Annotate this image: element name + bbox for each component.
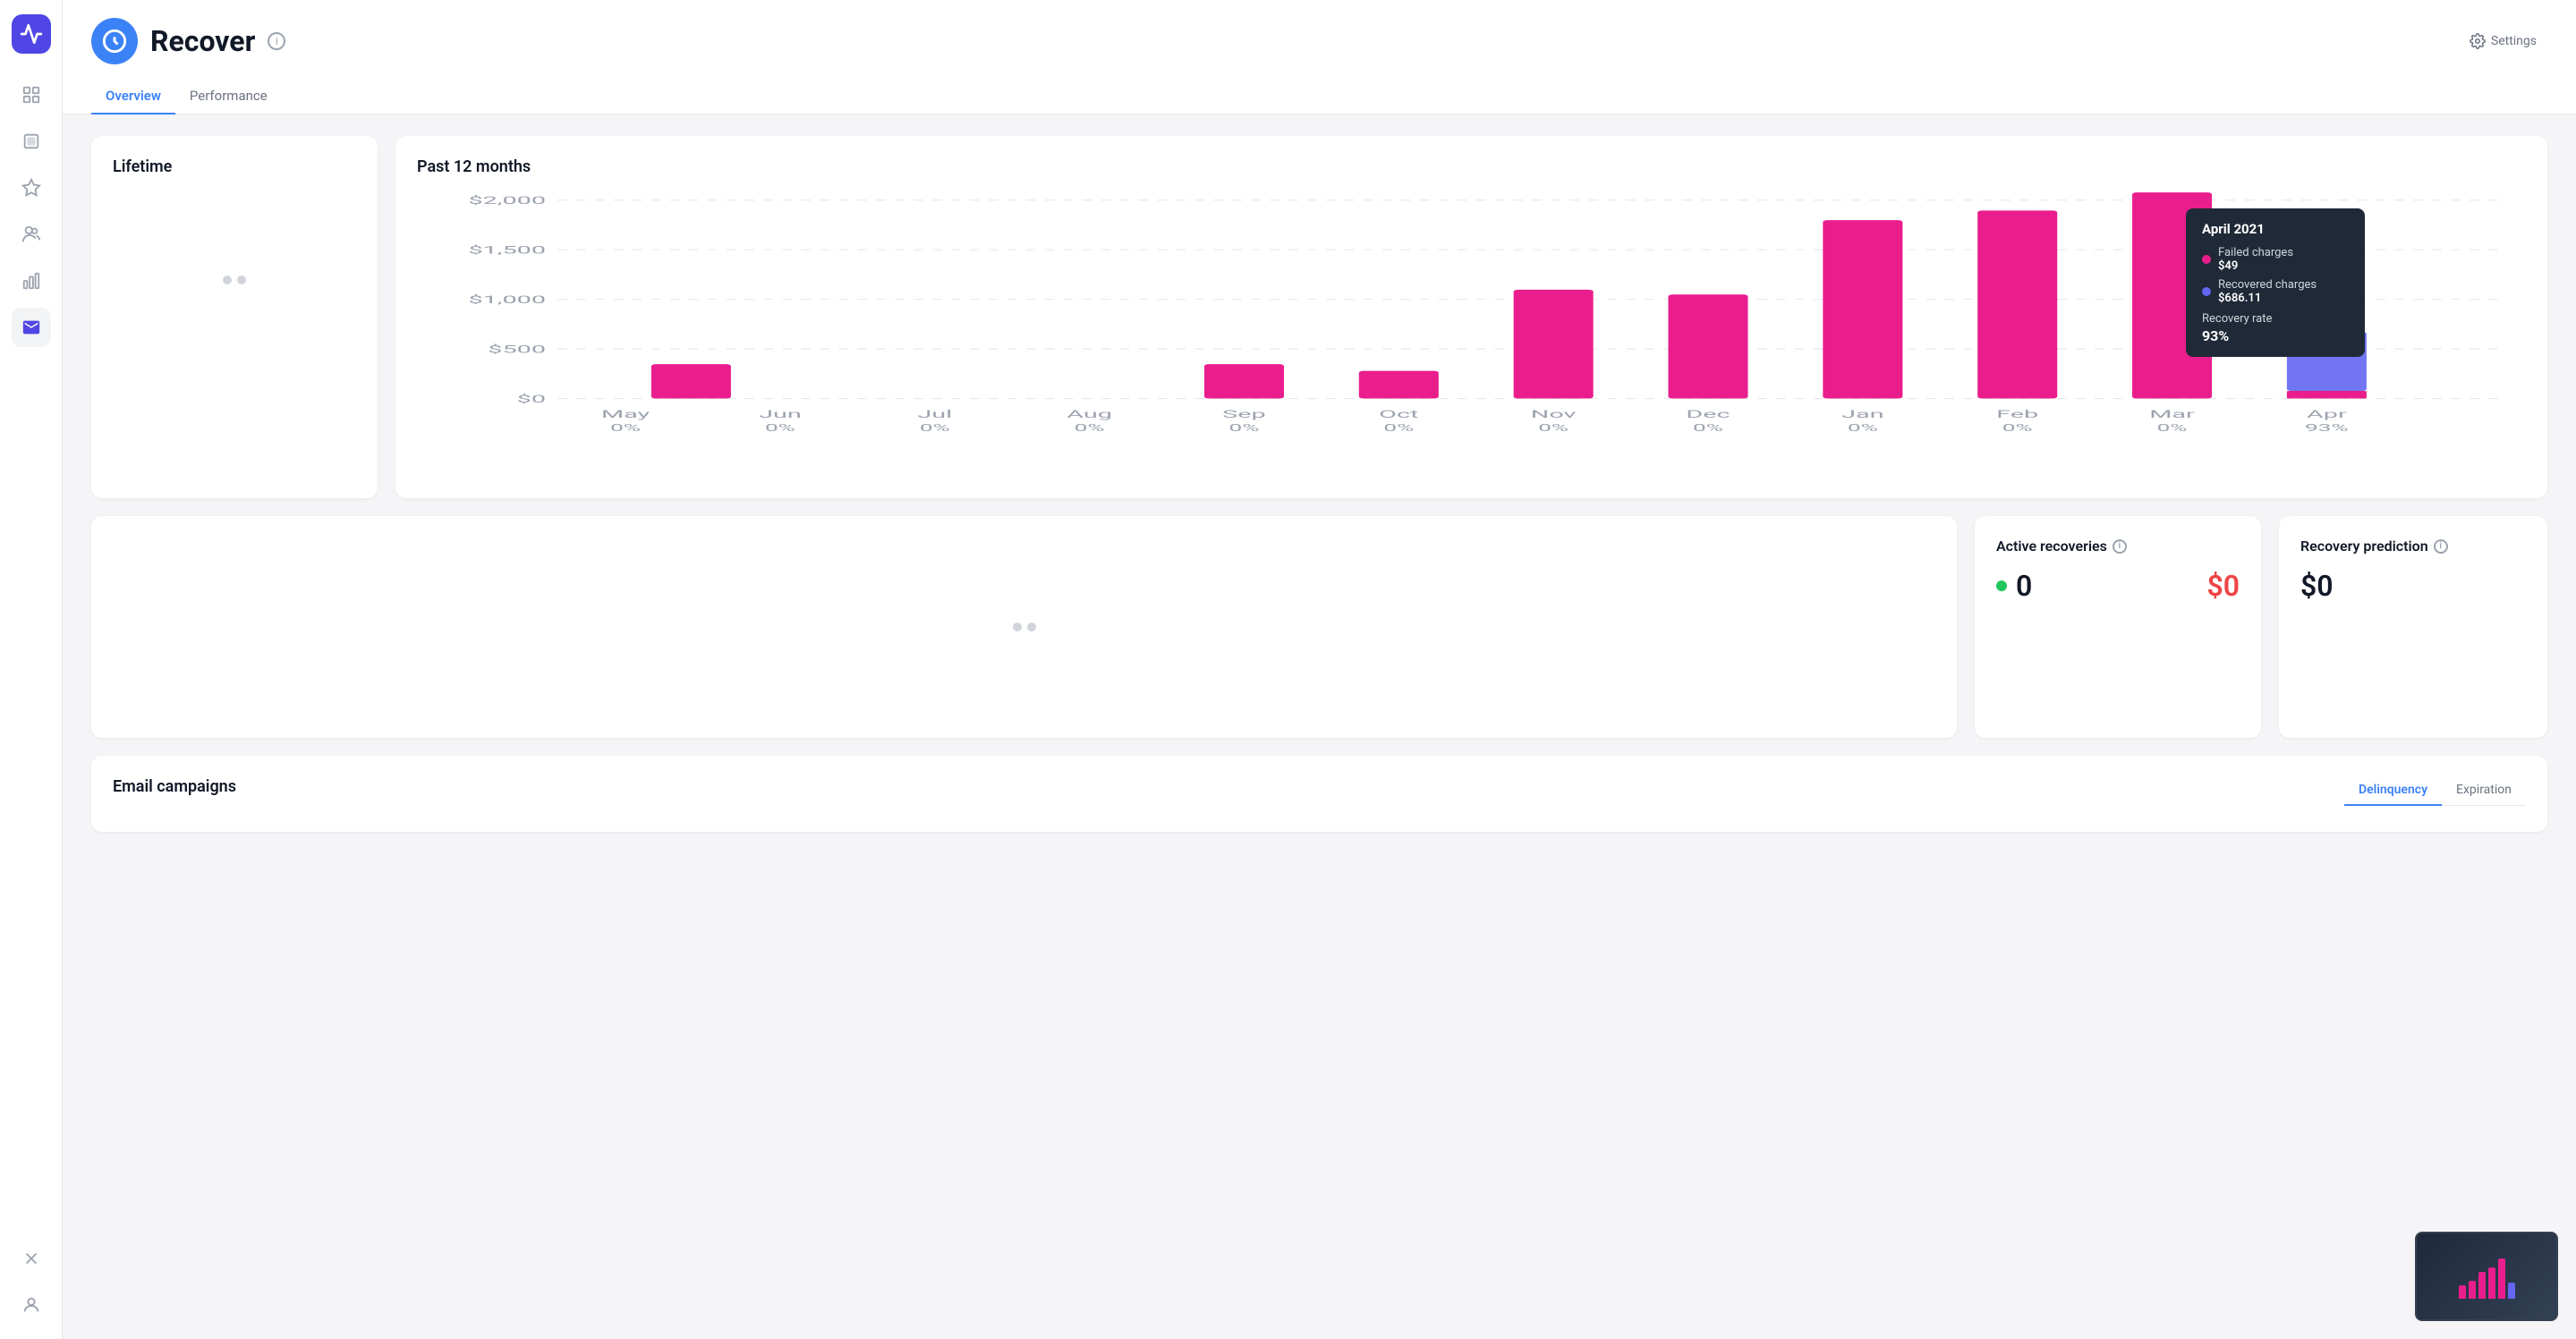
thumbnail-overlay bbox=[2415, 1232, 2558, 1321]
recoveries-green-dot bbox=[1996, 581, 2007, 591]
tab-performance[interactable]: Performance bbox=[175, 79, 282, 114]
chart-container: $2,000 $1,500 $1,000 $500 $0 bbox=[417, 191, 2526, 477]
thumbnail-inner bbox=[2417, 1233, 2556, 1319]
svg-text:0%: 0% bbox=[1848, 422, 1878, 434]
sidebar-item-messages[interactable] bbox=[12, 308, 51, 347]
svg-text:$1,500: $1,500 bbox=[468, 244, 546, 256]
svg-text:0%: 0% bbox=[1693, 422, 1723, 434]
header-info-icon[interactable]: i bbox=[268, 32, 285, 50]
svg-text:0%: 0% bbox=[2157, 422, 2188, 434]
svg-text:93%: 93% bbox=[2305, 422, 2349, 434]
svg-text:$2,000: $2,000 bbox=[468, 195, 546, 207]
lifetime-title: Lifetime bbox=[113, 157, 356, 176]
svg-text:$500: $500 bbox=[488, 343, 546, 355]
sidebar-item-module[interactable] bbox=[12, 122, 51, 161]
main-content: Recover i Settings Overview Performance … bbox=[63, 0, 2576, 1339]
recoveries-amount: $0 bbox=[2206, 569, 2240, 603]
active-recoveries-title: Active recoveries i bbox=[1996, 538, 2240, 555]
header-tabs: Overview Performance bbox=[91, 79, 2547, 114]
recoveries-count-section: 0 bbox=[1996, 569, 2032, 603]
page-header-icon bbox=[91, 18, 138, 64]
chart-title: Past 12 months bbox=[417, 157, 2526, 176]
recoveries-info-icon[interactable]: i bbox=[2113, 539, 2127, 554]
recovery-prediction-card: Recovery prediction i $0 bbox=[2279, 516, 2547, 738]
sidebar-item-people[interactable] bbox=[12, 215, 51, 254]
svg-text:$0: $0 bbox=[517, 394, 546, 405]
svg-text:$1,000: $1,000 bbox=[468, 294, 546, 306]
tab-overview[interactable]: Overview bbox=[91, 79, 175, 114]
chart-svg: $2,000 $1,500 $1,000 $500 $0 bbox=[417, 191, 2526, 477]
email-tabs: Delinquency Expiration bbox=[2344, 775, 2526, 806]
prediction-title: Recovery prediction i bbox=[2300, 538, 2526, 555]
svg-text:Apr: Apr bbox=[2307, 409, 2347, 420]
sidebar-item-profile[interactable] bbox=[12, 1285, 51, 1325]
thumb-bar-2 bbox=[2469, 1281, 2476, 1299]
app-logo[interactable] bbox=[12, 14, 51, 54]
svg-text:Dec: Dec bbox=[1686, 409, 1730, 420]
svg-text:Oct: Oct bbox=[1379, 409, 1418, 420]
svg-text:Sep: Sep bbox=[1222, 409, 1266, 420]
loading-dot-3 bbox=[1013, 623, 1022, 631]
email-header: Email campaigns Delinquency Expiration bbox=[113, 777, 2526, 810]
recoveries-count: 0 bbox=[2016, 569, 2032, 603]
sidebar bbox=[0, 0, 63, 1339]
svg-text:0%: 0% bbox=[1229, 422, 1260, 434]
svg-text:0%: 0% bbox=[1075, 422, 1105, 434]
svg-text:May: May bbox=[601, 409, 650, 420]
lifetime-card: Lifetime bbox=[91, 136, 378, 498]
row-1: Lifetime Past 12 months bbox=[91, 136, 2547, 498]
page-title: Recover bbox=[150, 24, 255, 58]
svg-text:0%: 0% bbox=[1383, 422, 1414, 434]
svg-text:0%: 0% bbox=[920, 422, 950, 434]
prediction-info-icon[interactable]: i bbox=[2434, 539, 2448, 554]
settings-button[interactable]: Settings bbox=[2459, 26, 2547, 56]
email-campaigns-card: Email campaigns Delinquency Expiration bbox=[91, 756, 2547, 832]
recoveries-content: 0 $0 bbox=[1996, 569, 2240, 603]
sidebar-item-close[interactable] bbox=[12, 1239, 51, 1278]
prediction-amount: $0 bbox=[2300, 569, 2526, 603]
svg-text:Jul: Jul bbox=[917, 409, 952, 420]
loading-dot-1 bbox=[223, 275, 232, 284]
lifetime-loading bbox=[113, 191, 356, 369]
svg-text:0%: 0% bbox=[1538, 422, 1569, 434]
loading-card-dots bbox=[113, 538, 1935, 716]
thumb-bar-4 bbox=[2488, 1267, 2495, 1299]
svg-text:Nov: Nov bbox=[1531, 409, 1577, 420]
sidebar-item-analytics[interactable] bbox=[12, 261, 51, 301]
tab-delinquency[interactable]: Delinquency bbox=[2344, 775, 2442, 806]
thumb-bar-5 bbox=[2498, 1258, 2505, 1299]
svg-text:Aug: Aug bbox=[1067, 409, 1112, 420]
sidebar-item-dashboard[interactable] bbox=[12, 75, 51, 114]
svg-text:Mar: Mar bbox=[2149, 409, 2195, 420]
chart-card: Past 12 months $2,000 $1,500 $1,000 $500 bbox=[395, 136, 2547, 498]
svg-text:Feb: Feb bbox=[1996, 409, 2038, 420]
thumb-bar-6 bbox=[2508, 1283, 2515, 1299]
email-campaigns-title: Email campaigns bbox=[113, 777, 236, 796]
active-recoveries-card: Active recoveries i 0 $0 bbox=[1975, 516, 2261, 738]
thumbnail-bars bbox=[2459, 1254, 2515, 1299]
svg-text:0%: 0% bbox=[765, 422, 795, 434]
thumb-bar-3 bbox=[2478, 1272, 2486, 1299]
row-2: Active recoveries i 0 $0 Recovery predic… bbox=[91, 516, 2547, 738]
svg-text:Jun: Jun bbox=[759, 409, 802, 420]
svg-text:0%: 0% bbox=[2002, 422, 2033, 434]
loading-dot-4 bbox=[1027, 623, 1036, 631]
page-header: Recover i Settings Overview Performance bbox=[63, 0, 2576, 114]
svg-text:0%: 0% bbox=[610, 422, 641, 434]
thumb-bar-1 bbox=[2459, 1285, 2466, 1299]
sidebar-item-tasks[interactable] bbox=[12, 168, 51, 208]
loading-dot-2 bbox=[237, 275, 246, 284]
loading-card bbox=[91, 516, 1957, 738]
page-content: Lifetime Past 12 months bbox=[63, 114, 2576, 853]
settings-label: Settings bbox=[2491, 34, 2537, 48]
tab-expiration[interactable]: Expiration bbox=[2442, 775, 2526, 806]
svg-text:Jan: Jan bbox=[1841, 409, 1883, 420]
